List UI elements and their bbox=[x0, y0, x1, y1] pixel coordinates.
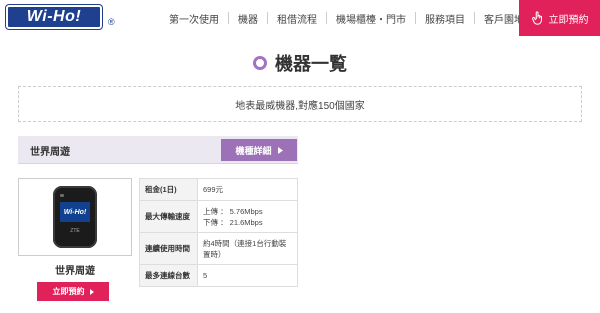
spec-value: 上傳 ： 5.76Mbps 下傳 ： 21.6Mbps bbox=[197, 200, 298, 233]
device-brand: ZTE bbox=[70, 228, 80, 234]
spec-upload-speed: 上傳 ： 5.76Mbps bbox=[203, 206, 263, 216]
device-screen: Wi-Ho! bbox=[60, 202, 90, 222]
spec-table: 租金(1日) 699元 最大傳輸速度 上傳 ： 5.76Mbps 下傳 ： 21… bbox=[139, 178, 298, 287]
product-image-card: Wi-Ho! ZTE bbox=[18, 178, 132, 256]
spec-key: 連續使用時間 bbox=[139, 232, 198, 265]
page-title-row: 機器一覧 bbox=[0, 50, 600, 76]
nav-item-devices[interactable]: 機器 bbox=[229, 0, 267, 36]
registered-mark: ® bbox=[108, 17, 115, 27]
page-title: 機器一覧 bbox=[275, 54, 347, 74]
device-indicator-light bbox=[60, 194, 64, 197]
spec-key: 最多連線台數 bbox=[139, 264, 198, 287]
coverage-notice: 地表最威機器,對應150個國家 bbox=[18, 86, 582, 122]
reserve-now-label: 立即預約 bbox=[548, 14, 589, 26]
device-details-label: 機種詳細 bbox=[235, 145, 272, 156]
hand-pointer-icon bbox=[531, 11, 542, 25]
section-title: 世界周遊 bbox=[30, 147, 70, 158]
device-details-button[interactable]: 機種詳細 bbox=[221, 139, 297, 161]
product-reserve-button[interactable]: 立即預約 bbox=[37, 282, 109, 301]
spec-row-battery: 連續使用時間 約4時間（連接1台行動裝置時） bbox=[139, 232, 298, 265]
spec-row-rent: 租金(1日) 699元 bbox=[139, 178, 298, 201]
product-reserve-label: 立即預約 bbox=[52, 287, 85, 296]
spec-value: 5 bbox=[197, 264, 298, 287]
product-section-header: 世界周遊 機種詳細 bbox=[18, 136, 298, 164]
product-name: 世界周遊 bbox=[55, 266, 95, 277]
chevron-right-icon bbox=[277, 146, 283, 154]
title-circle-icon bbox=[253, 56, 267, 70]
main-nav: 第一次使用 機器 租借流程 機場櫃檯・門市 服務項目 客戶園地 bbox=[160, 0, 533, 36]
spec-row-speed: 最大傳輸速度 上傳 ： 5.76Mbps 下傳 ： 21.6Mbps bbox=[139, 200, 298, 233]
nav-item-first-use[interactable]: 第一次使用 bbox=[160, 0, 228, 36]
nav-item-rental-process[interactable]: 租借流程 bbox=[268, 0, 326, 36]
spec-value: 約4時間（連接1台行動裝置時） bbox=[197, 232, 298, 265]
wiho-logo[interactable]: Wi-Ho! ® bbox=[6, 5, 124, 33]
chevron-right-icon bbox=[89, 288, 94, 295]
spec-key: 最大傳輸速度 bbox=[139, 200, 198, 233]
spec-value: 699元 bbox=[197, 178, 298, 201]
pocket-wifi-device-image: Wi-Ho! ZTE bbox=[53, 186, 97, 248]
reserve-now-button[interactable]: 立即預約 bbox=[519, 0, 600, 36]
spec-key: 租金(1日) bbox=[139, 178, 198, 201]
nav-item-services[interactable]: 服務項目 bbox=[416, 0, 474, 36]
spec-row-connections: 最多連線台數 5 bbox=[139, 264, 298, 287]
logo-mark: Wi-Ho! bbox=[6, 5, 102, 29]
nav-item-counters-stores[interactable]: 機場櫃檯・門市 bbox=[327, 0, 415, 36]
spec-download-speed: 下傳 ： 21.6Mbps bbox=[203, 217, 263, 227]
site-header: Wi-Ho! ® 第一次使用 機器 租借流程 機場櫃檯・門市 服務項目 客戶園地… bbox=[0, 0, 600, 36]
